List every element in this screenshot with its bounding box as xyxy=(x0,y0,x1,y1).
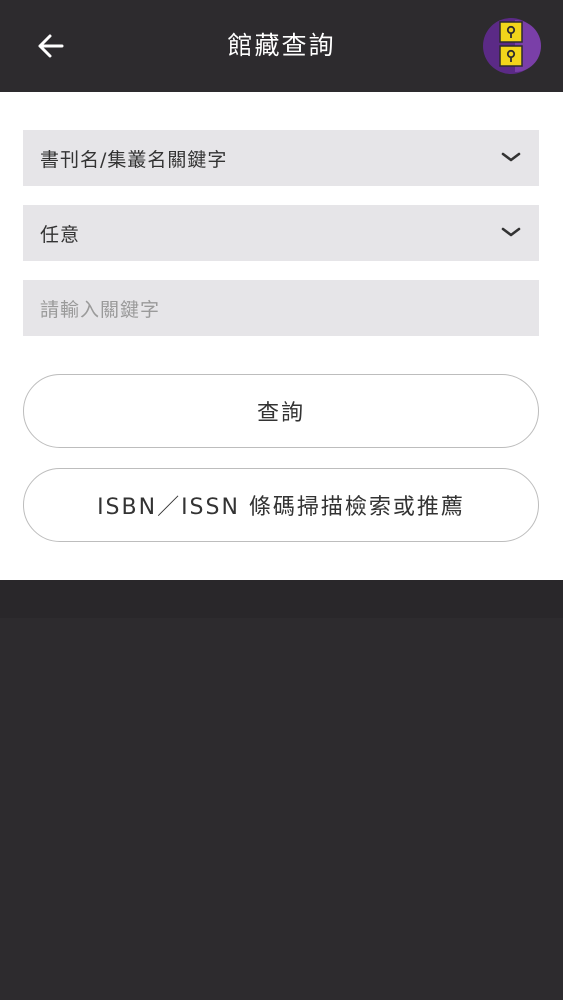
match-mode-select-value: 任意 xyxy=(40,223,81,246)
page-title: 館藏查詢 xyxy=(227,31,336,60)
search-field-select[interactable]: 書刊名/集叢名關鍵字 xyxy=(23,130,539,186)
app-header: 館藏查詢 xyxy=(0,0,563,92)
search-button[interactable]: 查詢 xyxy=(23,374,539,448)
search-panel: 書刊名/集叢名關鍵字 任意 請輸入關鍵字 查詢 ISBN／ISSN 條碼掃描檢索… xyxy=(0,92,563,580)
keyword-input[interactable]: 請輸入關鍵字 xyxy=(23,280,539,336)
chevron-down-icon xyxy=(501,152,521,162)
match-mode-select[interactable]: 任意 xyxy=(23,205,539,261)
library-logo-icon[interactable] xyxy=(481,16,541,76)
barcode-scan-button[interactable]: ISBN／ISSN 條碼掃描檢索或推薦 xyxy=(23,468,539,542)
keyword-input-placeholder: 請輸入關鍵字 xyxy=(40,298,161,321)
chevron-down-icon xyxy=(501,227,521,237)
panel-footer-strip xyxy=(0,580,563,618)
search-field-select-value: 書刊名/集叢名關鍵字 xyxy=(40,148,228,171)
